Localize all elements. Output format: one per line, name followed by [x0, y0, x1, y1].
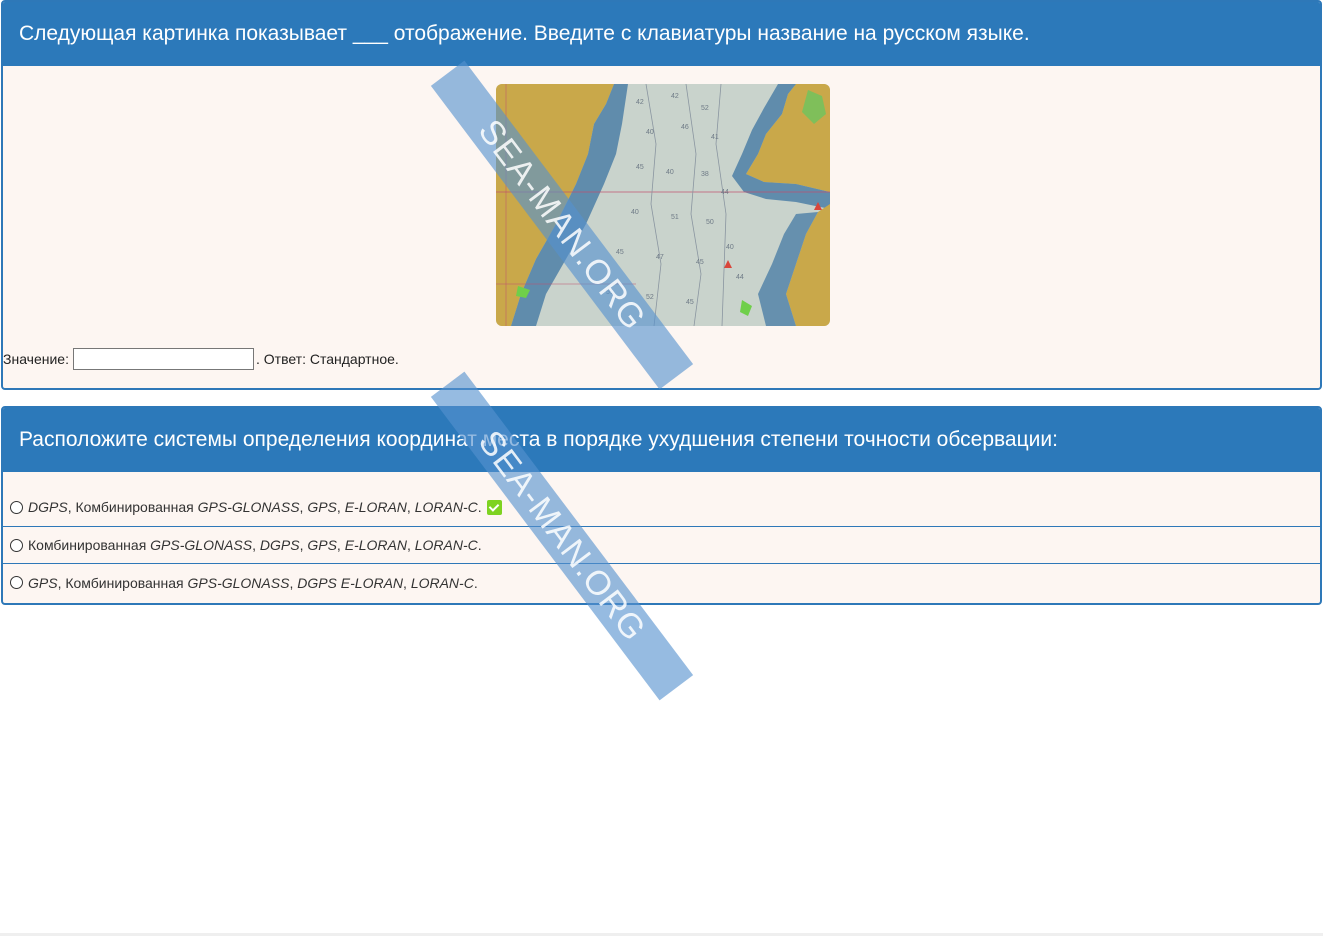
svg-text:41: 41	[711, 134, 719, 141]
svg-text:42: 42	[671, 93, 679, 100]
radio-button[interactable]	[10, 576, 23, 589]
svg-text:47: 47	[656, 254, 664, 261]
radio-button[interactable]	[10, 500, 23, 514]
option-text: DGPS, Комбинированная GPS-GLONASS, GPS, …	[28, 499, 482, 515]
svg-text:40: 40	[631, 209, 639, 216]
svg-text:45: 45	[636, 164, 644, 171]
answer-line: Значение: . Ответ: Стандартное.	[3, 348, 399, 370]
answer-option[interactable]: DGPS, Комбинированная GPS-GLONASS, GPS, …	[3, 488, 1320, 527]
svg-text:44: 44	[736, 274, 744, 281]
svg-text:40: 40	[726, 244, 734, 251]
svg-text:38: 38	[701, 171, 709, 178]
svg-text:44: 44	[721, 189, 729, 196]
svg-text:52: 52	[701, 105, 709, 112]
svg-text:45: 45	[686, 299, 694, 306]
chart-picture: 42 42 52 40 46 41 45 40 38 40 51 50 45 47 45 51 52 4…	[496, 84, 830, 326]
question-title: Следующая картинка показывает ___ отобра…	[3, 2, 1320, 66]
question-card-2: Расположите системы определения координа…	[1, 406, 1322, 605]
svg-text:42: 42	[636, 99, 644, 106]
svg-text:50: 50	[706, 219, 714, 226]
question-title: Расположите системы определения координа…	[3, 408, 1320, 472]
question-card-1: Следующая картинка показывает ___ отобра…	[1, 0, 1322, 390]
answer-option[interactable]: Комбинированная GPS-GLONASS, DGPS, GPS, …	[3, 527, 1320, 564]
value-label: Значение:	[3, 351, 69, 367]
options-list: DGPS, Комбинированная GPS-GLONASS, GPS, …	[3, 488, 1320, 601]
radio-button[interactable]	[10, 538, 23, 552]
svg-text:45: 45	[696, 259, 704, 266]
option-text: GPS, Комбинированная GPS-GLONASS, DGPS E…	[28, 574, 478, 591]
svg-text:40: 40	[666, 169, 674, 176]
svg-text:52: 52	[646, 294, 654, 301]
svg-text:51: 51	[671, 214, 679, 221]
answer-input[interactable]	[72, 348, 254, 370]
svg-text:46: 46	[681, 124, 689, 131]
answer-text: . Ответ: Стандартное.	[255, 351, 399, 367]
svg-text:40: 40	[646, 129, 654, 136]
svg-text:45: 45	[616, 249, 624, 256]
nautical-chart-image: 42 42 52 40 46 41 45 40 38 40 51 50 45 47 45 51 52 4…	[496, 84, 830, 326]
svg-text:51: 51	[606, 289, 614, 296]
answer-option[interactable]: GPS, Комбинированная GPS-GLONASS, DGPS E…	[3, 564, 1320, 601]
option-text: Комбинированная GPS-GLONASS, DGPS, GPS, …	[28, 537, 482, 553]
check-icon	[486, 499, 502, 515]
